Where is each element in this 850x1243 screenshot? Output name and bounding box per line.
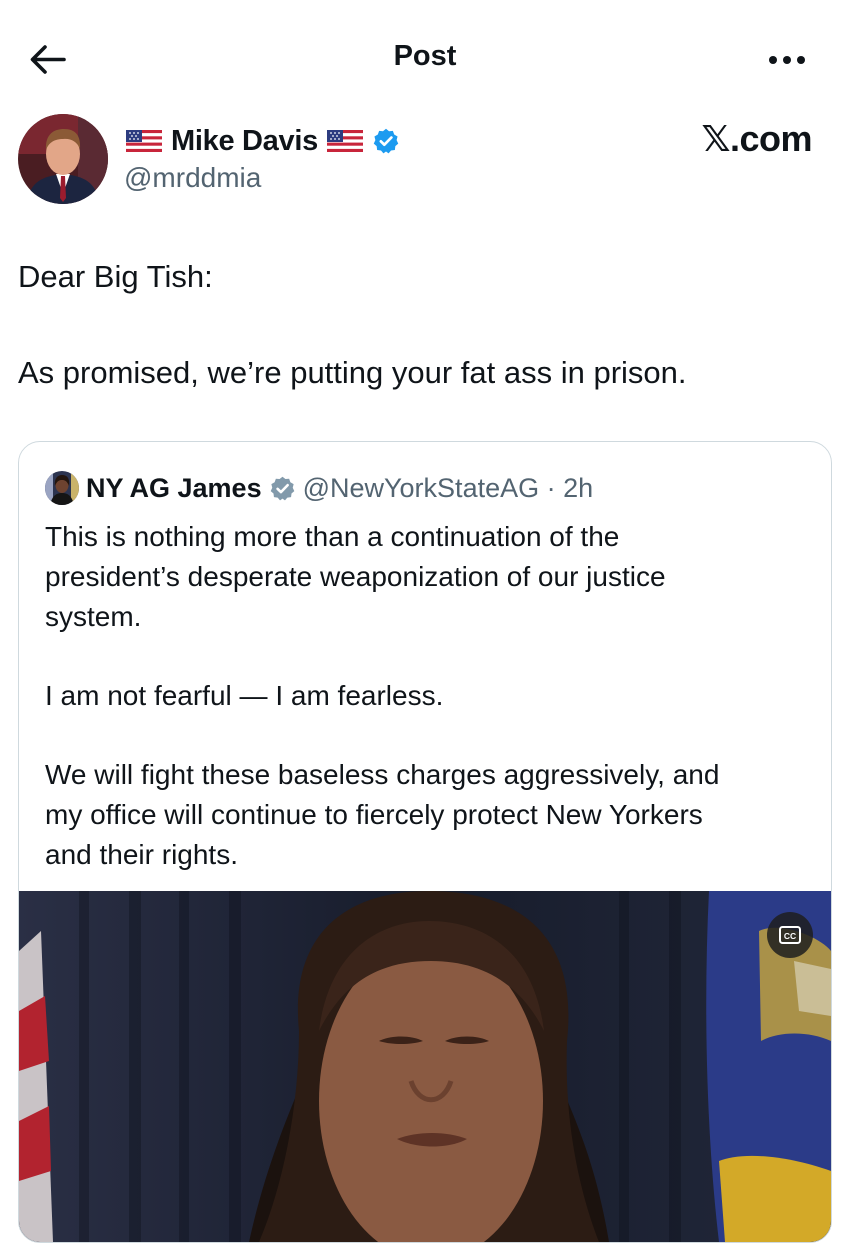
post-text-line: Dear Big Tish: — [18, 259, 213, 294]
quoted-text-line: I am not fearful — I am fearless. — [45, 680, 444, 711]
us-flag-icon — [126, 130, 162, 152]
author-name[interactable]: Mike Davis — [171, 125, 318, 158]
quoted-text-line: president’s desperate weaponization of o… — [45, 561, 666, 592]
quoted-post-card[interactable]: NY AG James @NewYorkStateAG · 2h This is… — [18, 441, 832, 1243]
page-title: Post — [393, 40, 457, 72]
quoted-author-avatar[interactable] — [45, 471, 79, 505]
quoted-author-handle-time[interactable]: @NewYorkStateAG · 2h — [303, 473, 594, 504]
closed-captions-icon: CC — [779, 926, 801, 944]
quoted-post-header: NY AG James @NewYorkStateAG · 2h — [45, 470, 593, 506]
x-com-watermark: 𝕏.com — [701, 118, 812, 159]
closed-captions-button[interactable]: CC — [767, 912, 813, 958]
quoted-text-line: and their rights. — [45, 839, 238, 870]
more-horizontal-icon — [769, 56, 805, 64]
us-flag-icon — [326, 130, 363, 152]
author-avatar[interactable] — [18, 114, 108, 204]
quoted-text-line: my office will continue to fiercely prot… — [45, 799, 703, 830]
author-name-row[interactable]: Mike Davis — [126, 123, 400, 159]
quoted-text-line: We will fight these baseless charges agg… — [45, 759, 720, 790]
top-bar: Post — [0, 0, 850, 118]
government-badge-icon[interactable] — [269, 475, 296, 502]
quoted-video[interactable]: CC — [19, 891, 831, 1242]
quoted-text-line: This is nothing more than a continuation… — [45, 521, 620, 552]
quoted-text-line: system. — [45, 601, 142, 632]
video-frame — [19, 891, 831, 1242]
post-text-line: As promised, we’re putting your fat ass … — [18, 355, 687, 390]
captions-label: CC — [784, 931, 796, 941]
verified-badge-icon[interactable] — [372, 127, 400, 155]
quoted-author-name[interactable]: NY AG James — [86, 473, 262, 504]
author-handle[interactable]: @mrddmia — [124, 162, 261, 194]
more-options-button[interactable] — [760, 38, 816, 82]
